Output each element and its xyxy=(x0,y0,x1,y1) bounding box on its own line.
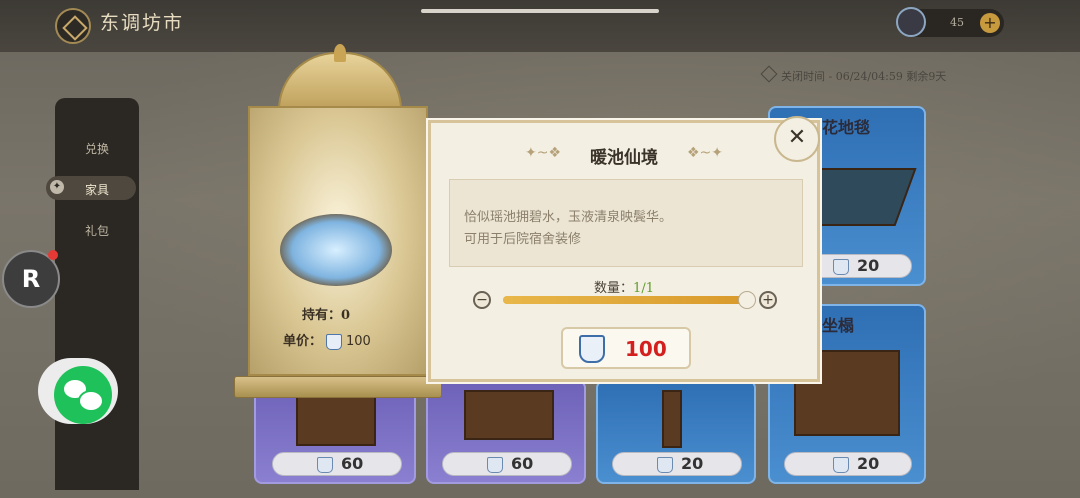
buy-price: 100 xyxy=(625,337,667,361)
pedestal xyxy=(234,376,442,398)
currency-display: 45 + xyxy=(896,7,1004,37)
porcelain-cup-icon xyxy=(579,335,605,363)
quantity-label: 数量：1/1 xyxy=(594,281,654,296)
buy-button[interactable]: 100 xyxy=(561,327,691,369)
porcelain-cup-icon xyxy=(326,333,343,350)
page-title: 东调坊市 xyxy=(100,12,185,34)
card-price: 60 xyxy=(442,452,572,476)
notification-dot xyxy=(48,250,58,260)
minus-icon[interactable]: − xyxy=(473,291,491,309)
drag-handle[interactable] xyxy=(421,9,659,13)
desk-image xyxy=(464,390,554,440)
card-price: 60 xyxy=(272,452,402,476)
item-detail-panel: ✦~❖ 暖池仙境 ❖~✦ 恰似瑶池拥碧水，玉液清泉映鬓华。 可用于后院宿舍装修 … xyxy=(428,120,820,382)
close-time: 关闭时间 - 06/24/04:59 剩余9天 xyxy=(760,65,946,84)
clock-icon xyxy=(760,65,778,83)
cabinet-image xyxy=(296,390,376,446)
quantity-slider[interactable] xyxy=(503,291,756,309)
sidebar-item-gifts[interactable]: 礼包 xyxy=(55,222,139,239)
hot-spring-image xyxy=(280,214,392,286)
currency-amount: 45 xyxy=(950,16,964,29)
shop-card[interactable]: 20 xyxy=(596,380,756,484)
card-price: 20 xyxy=(784,452,912,476)
description-box: 恰似瑶池拥碧水，玉液清泉映鬓华。 可用于后院宿舍装修 xyxy=(449,179,803,267)
lamp-image xyxy=(662,390,682,448)
shop-card[interactable]: 60 xyxy=(426,380,586,484)
description-line: 恰似瑶池拥碧水，玉液清泉映鬓华。 xyxy=(464,210,673,225)
home-icon[interactable] xyxy=(55,8,91,44)
porcelain-cup-icon xyxy=(896,7,926,37)
porcelain-cup-icon xyxy=(487,456,503,473)
plus-icon[interactable]: + xyxy=(759,291,777,309)
slider-fill xyxy=(503,296,747,304)
sidebar-item-furniture[interactable]: 家具 xyxy=(55,181,139,198)
item-title: 暖池仙境 xyxy=(590,148,658,168)
add-currency-button[interactable]: + xyxy=(980,13,1000,33)
unit-price: 单价： 100 xyxy=(283,333,371,350)
porcelain-cup-icon xyxy=(833,456,849,473)
porcelain-cup-icon xyxy=(657,456,673,473)
chat-icon[interactable] xyxy=(54,366,112,424)
card-price: 20 xyxy=(612,452,742,476)
description-line: 可用于后院宿舍装修 xyxy=(464,232,582,247)
porcelain-cup-icon xyxy=(317,456,333,473)
slider-knob[interactable] xyxy=(738,291,756,309)
close-icon[interactable]: ✕ xyxy=(774,116,820,162)
owned-count: 持有：0 xyxy=(302,308,351,323)
ornament-right: ❖~✦ xyxy=(687,145,724,161)
sidebar-item-exchange[interactable]: 兑换 xyxy=(55,140,139,157)
porcelain-cup-icon xyxy=(833,258,849,275)
